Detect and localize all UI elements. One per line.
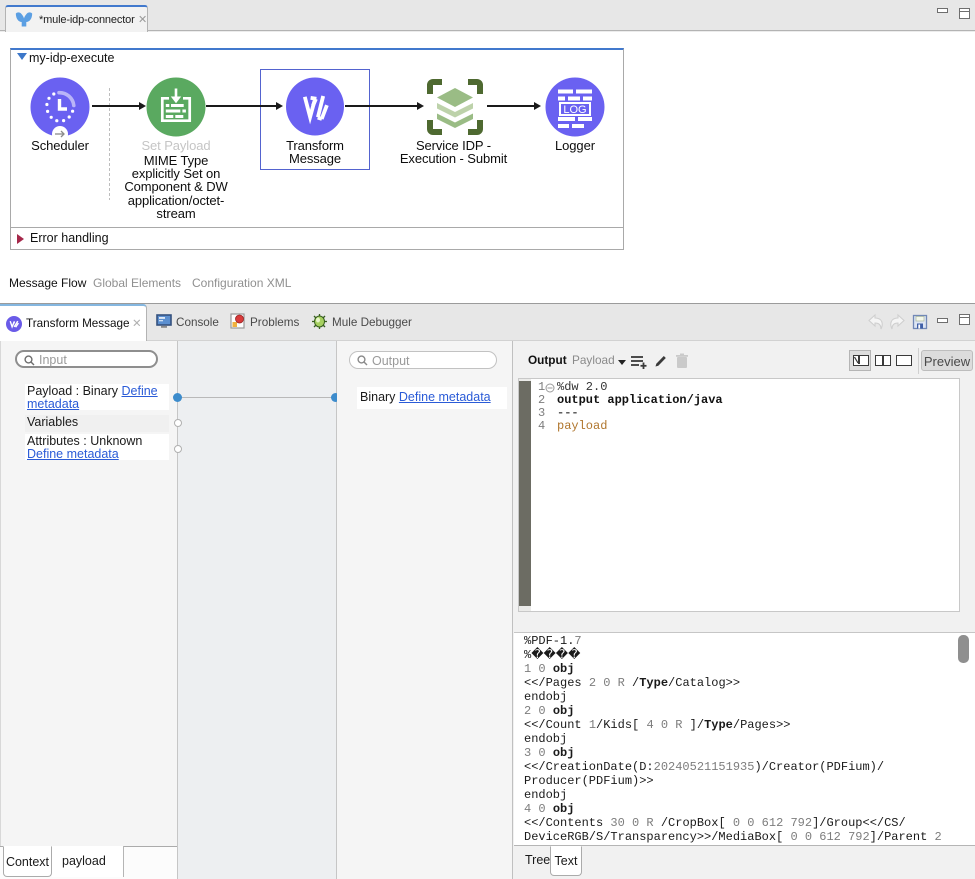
svg-text:LOG: LOG — [563, 104, 586, 116]
